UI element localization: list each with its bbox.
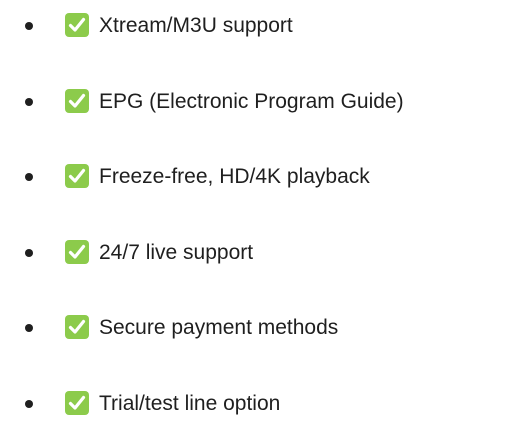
list-item: Trial/test line option [0, 386, 527, 422]
feature-label: Trial/test line option [99, 392, 281, 415]
list-item: 24/7 live support [0, 235, 527, 271]
check-mark-button-icon [65, 164, 89, 188]
bullet-dot [25, 400, 33, 408]
check-mark-button-icon [65, 315, 89, 339]
feature-label: 24/7 live support [99, 241, 254, 264]
list-item: EPG (Electronic Program Guide) [0, 84, 527, 120]
feature-label: Xtream/M3U support [99, 14, 293, 37]
bullet-dot [25, 98, 33, 106]
bullet-dot [25, 324, 33, 332]
feature-label: EPG (Electronic Program Guide) [99, 90, 404, 113]
list-item: Xtream/M3U support [0, 8, 527, 44]
bullet-dot [25, 173, 33, 181]
list-item: Freeze-free, HD/4K playback [0, 159, 527, 195]
bullet-dot [25, 22, 33, 30]
check-mark-button-icon [65, 13, 89, 37]
check-mark-button-icon [65, 240, 89, 264]
feature-label: Secure payment methods [99, 316, 339, 339]
list-item: Secure payment methods [0, 310, 527, 346]
check-mark-button-icon [65, 391, 89, 415]
check-mark-button-icon [65, 89, 89, 113]
bullet-dot [25, 249, 33, 257]
feature-label: Freeze-free, HD/4K playback [99, 165, 370, 188]
